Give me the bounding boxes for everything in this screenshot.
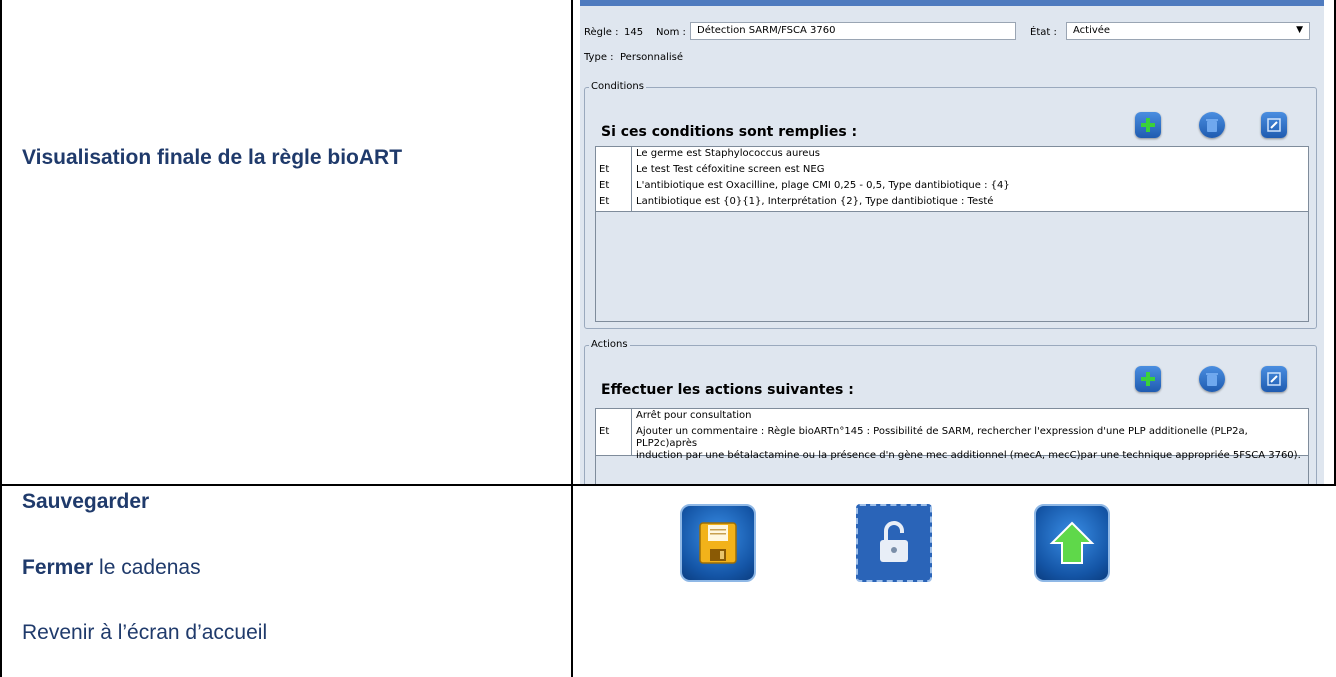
conditions-heading: Si ces conditions sont remplies :: [601, 124, 858, 140]
regle-value: 145: [624, 27, 644, 38]
etat-label: État :: [1030, 27, 1057, 38]
chevron-down-icon: ▼: [1296, 25, 1303, 35]
step-close-lock: Fermer le cadenas: [22, 556, 201, 579]
rule-editor-window: Règle : 145 Nom : Détection SARM/FSCA 37…: [580, 0, 1324, 484]
edit-action-button[interactable]: [1261, 366, 1287, 392]
unlocked-padlock-icon: [880, 521, 908, 562]
actions-grid: Arrêt pour consultation Et Ajouter un co…: [595, 408, 1309, 484]
padlock-toggle-button[interactable]: [856, 504, 932, 582]
type-label: Type :: [584, 52, 614, 63]
home-button[interactable]: [1034, 504, 1110, 582]
row-connector: Et: [596, 195, 632, 211]
actions-heading: Effectuer les actions suivantes :: [601, 382, 854, 398]
regle-label: Règle :: [584, 27, 619, 38]
table-row[interactable]: Et Lantibiotique est {0}{1}, Interprétat…: [596, 195, 1308, 212]
conditions-grid: Le germe est Staphylococcus aureus Et Le…: [595, 146, 1309, 322]
table-row[interactable]: Et L'antibiotique est Oxacilline, plage …: [596, 179, 1308, 196]
row-connector: Et: [596, 425, 632, 455]
add-condition-button[interactable]: [1135, 112, 1161, 138]
row-connector: Et: [596, 163, 632, 179]
row-connector: Et: [596, 179, 632, 195]
trash-icon: [1206, 119, 1218, 132]
floppy-disk-icon: [699, 522, 737, 564]
row-text: Le germe est Staphylococcus aureus: [636, 148, 820, 159]
trash-icon: [1206, 373, 1218, 386]
section-title: Visualisation finale de la règle bioART: [22, 146, 403, 169]
add-icon: [1141, 118, 1155, 132]
row-text: Le test Test céfoxitine screen est NEG: [636, 164, 825, 175]
table-row[interactable]: Arrêt pour consultation: [596, 409, 1308, 426]
edit-icon: [1267, 118, 1281, 132]
row-text: Arrêt pour consultation: [636, 410, 752, 421]
delete-condition-button[interactable]: [1199, 112, 1225, 138]
delete-action-button[interactable]: [1199, 366, 1225, 392]
edit-icon: [1267, 372, 1281, 386]
row-text: Ajouter un commentaire : Règle bioARTn°1…: [636, 426, 1301, 461]
conditions-legend: Conditions: [589, 81, 646, 92]
edit-condition-button[interactable]: [1261, 112, 1287, 138]
actions-legend: Actions: [589, 339, 630, 350]
row-text: L'antibiotique est Oxacilline, plage CMI…: [636, 180, 1010, 191]
table-row[interactable]: Et Le test Test céfoxitine screen est NE…: [596, 163, 1308, 180]
step-home: Revenir à l’écran d’accueil: [22, 621, 268, 644]
step-save: Sauvegarder: [22, 490, 150, 513]
row-connector: [596, 147, 632, 163]
add-icon: [1141, 372, 1155, 386]
row-text: Lantibiotique est {0}{1}, Interprétation…: [636, 196, 994, 207]
table-row[interactable]: Le germe est Staphylococcus aureus: [596, 147, 1308, 164]
etat-value: Activée: [1073, 25, 1111, 36]
row-connector: [596, 409, 632, 425]
nom-field[interactable]: Détection SARM/FSCA 3760: [690, 22, 1016, 40]
save-button[interactable]: [680, 504, 756, 582]
actions-group: Actions Effectuer les actions suivantes …: [584, 339, 1317, 484]
home-arrow-icon: [1049, 521, 1095, 564]
etat-select[interactable]: Activée ▼: [1066, 22, 1310, 40]
nom-label: Nom :: [656, 27, 686, 38]
conditions-group: Conditions Si ces conditions sont rempli…: [584, 81, 1317, 329]
type-value: Personnalisé: [620, 52, 683, 63]
add-action-button[interactable]: [1135, 366, 1161, 392]
table-row[interactable]: Et Ajouter un commentaire : Règle bioART…: [596, 425, 1308, 461]
window-top-bar: [580, 0, 1324, 6]
